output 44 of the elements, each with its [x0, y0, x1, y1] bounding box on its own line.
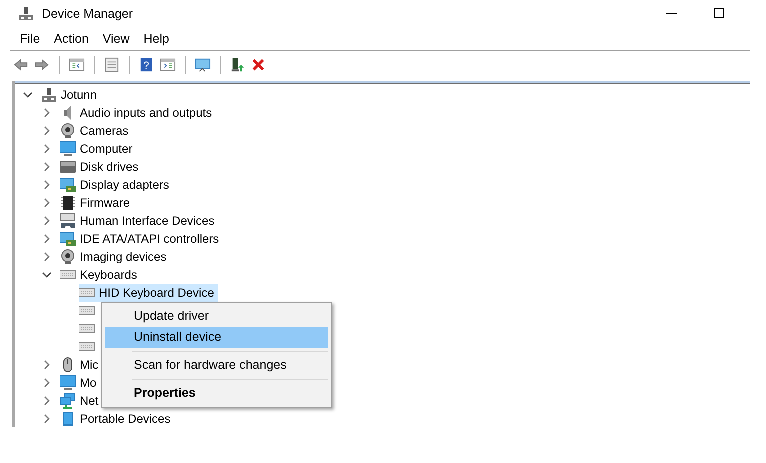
portable-device-icon [60, 411, 76, 427]
properties-sheet-button[interactable] [103, 56, 121, 74]
tree-item[interactable]: Computer [80, 140, 133, 158]
adapter-card-icon [60, 177, 76, 193]
webcam-icon [60, 249, 76, 265]
tree-item[interactable]: HID Keyboard Device [99, 284, 214, 302]
tree-item[interactable]: Mo [80, 374, 97, 392]
tree-item[interactable]: Keyboards [80, 266, 138, 284]
menu-item[interactable]: Uninstall device [105, 327, 328, 348]
tree-item[interactable]: Display adapters [80, 176, 170, 194]
tree-item[interactable]: Portable Devices [80, 410, 171, 428]
menu-item[interactable]: View [96, 30, 136, 48]
webcam-icon [60, 123, 76, 139]
menu-item[interactable]: Action [48, 30, 95, 48]
update-driver-button[interactable] [229, 56, 247, 74]
menu-item[interactable]: Update driver [105, 306, 328, 327]
network-icon [60, 393, 76, 409]
console-tree-button[interactable] [68, 56, 86, 74]
tree-item[interactable]: Disk drives [80, 158, 139, 176]
tree-item[interactable]: Cameras [80, 122, 129, 140]
tree-item[interactable]: Jotunn [61, 86, 98, 104]
monitor-icon [60, 375, 76, 391]
menu-item[interactable]: Scan for hardware changes [105, 355, 328, 376]
tree-item[interactable]: Mic [80, 356, 99, 374]
tree-item[interactable]: Imaging devices [80, 248, 167, 266]
window-title: Device Manager [42, 6, 134, 23]
monitor-icon [60, 141, 76, 157]
tree-item[interactable]: Firmware [80, 194, 130, 212]
adapter-card-icon [60, 231, 76, 247]
chip-icon [60, 195, 76, 211]
gamepad-keyboard-icon [60, 213, 76, 229]
action-pane-button[interactable] [159, 56, 177, 74]
menu-item[interactable]: Properties [105, 383, 328, 404]
menu-item[interactable]: Help [138, 30, 176, 48]
maximize-button[interactable] [714, 8, 724, 18]
tree-item[interactable]: Human Interface Devices [80, 212, 215, 230]
tree-item[interactable]: IDE ATA/ATAPI controllers [80, 230, 220, 248]
tree-item[interactable]: Net [80, 392, 99, 410]
computer-icon [41, 87, 57, 103]
tree-item[interactable]: Audio inputs and outputs [80, 104, 212, 122]
monitor-button[interactable] [194, 56, 212, 74]
app-icon [18, 6, 34, 22]
menu-item[interactable]: File [14, 30, 46, 48]
disk-drive-icon [60, 159, 76, 175]
